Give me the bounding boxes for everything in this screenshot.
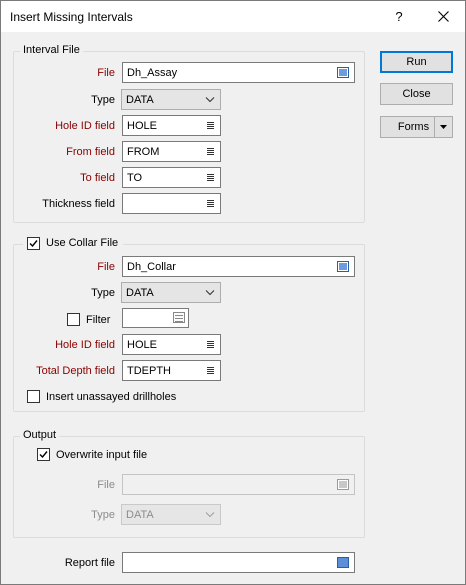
output-group-label: Output (20, 429, 60, 441)
interval-file-value: Dh_Assay (127, 66, 178, 79)
filter-editor-icon[interactable] (173, 312, 185, 323)
close-window-button[interactable] (423, 1, 463, 32)
interval-file-label: File (97, 67, 115, 79)
total-depth-label: Total Depth field (36, 365, 115, 377)
help-button[interactable]: ? (379, 1, 419, 32)
thickness-field-label: Thickness field (42, 198, 115, 210)
chevron-down-icon (205, 512, 215, 518)
from-field-label: From field (66, 146, 115, 158)
collar-type-label: Type (91, 287, 115, 299)
collar-file-input[interactable]: Dh_Collar (122, 256, 355, 277)
field-list-icon[interactable] (207, 174, 214, 182)
window-title: Insert Missing Intervals (10, 10, 133, 24)
output-file-input[interactable] (122, 474, 355, 495)
field-list-icon[interactable] (207, 122, 214, 130)
interval-file-input[interactable]: Dh_Assay (122, 62, 355, 83)
collar-hole-id-input[interactable]: HOLE (122, 334, 221, 355)
collar-type-value: DATA (126, 286, 154, 299)
checkmark-icon (29, 240, 38, 248)
report-file-label: Report file (64, 557, 115, 569)
insert-unassayed-checkbox[interactable] (27, 390, 40, 403)
to-field-input[interactable]: TO (122, 167, 221, 188)
output-type-label: Type (91, 509, 115, 521)
browse-file-icon[interactable] (337, 261, 349, 272)
interval-type-label: Type (91, 94, 115, 106)
field-list-icon[interactable] (207, 367, 214, 375)
output-type-value: DATA (126, 508, 154, 521)
total-depth-input[interactable]: TDEPTH (122, 360, 221, 381)
filter-input[interactable] (122, 308, 189, 328)
caret-down-icon (440, 125, 447, 129)
overwrite-checkbox[interactable] (37, 448, 50, 461)
report-file-input[interactable] (122, 552, 355, 573)
forms-button[interactable]: Forms (380, 116, 435, 138)
filter-label: Filter (86, 314, 111, 326)
interval-type-select[interactable]: DATA (121, 89, 221, 110)
forms-label: Forms (397, 121, 430, 133)
output-type-select[interactable]: DATA (121, 504, 221, 525)
field-list-icon[interactable] (207, 341, 214, 349)
interval-type-value: DATA (126, 93, 154, 106)
to-field-label: To field (80, 172, 115, 184)
collar-file-label: File (97, 261, 115, 273)
collar-file-value: Dh_Collar (127, 260, 176, 273)
field-list-icon[interactable] (207, 200, 214, 208)
browse-file-icon[interactable] (337, 67, 349, 78)
field-list-icon[interactable] (207, 148, 214, 156)
chevron-down-icon (205, 97, 215, 103)
overwrite-label: Overwrite input file (56, 449, 148, 461)
browse-file-icon[interactable] (337, 479, 349, 490)
hole-id-label: Hole ID field (55, 120, 115, 132)
forms-dropdown-button[interactable] (434, 116, 453, 138)
chevron-down-icon (205, 290, 215, 296)
dialog-window: Insert Missing Intervals ? Interval File… (0, 0, 466, 585)
filter-checkbox[interactable] (67, 313, 80, 326)
close-icon (437, 11, 449, 22)
close-button[interactable]: Close (380, 83, 453, 105)
output-file-label: File (97, 479, 115, 491)
thickness-field-input[interactable] (122, 193, 221, 214)
use-collar-label: Use Collar File (46, 237, 119, 249)
hole-id-field-input[interactable]: HOLE (122, 115, 221, 136)
insert-unassayed-label: Insert unassayed drillholes (46, 391, 177, 403)
browse-file-icon[interactable] (337, 557, 349, 568)
collar-type-select[interactable]: DATA (121, 282, 221, 303)
from-field-input[interactable]: FROM (122, 141, 221, 162)
interval-file-group-label: Interval File (20, 44, 83, 56)
title-bar: Insert Missing Intervals ? (1, 1, 465, 32)
run-button[interactable]: Run (380, 51, 453, 73)
checkmark-icon (39, 451, 48, 459)
collar-hole-id-label: Hole ID field (55, 339, 115, 351)
use-collar-checkbox[interactable] (27, 237, 40, 250)
